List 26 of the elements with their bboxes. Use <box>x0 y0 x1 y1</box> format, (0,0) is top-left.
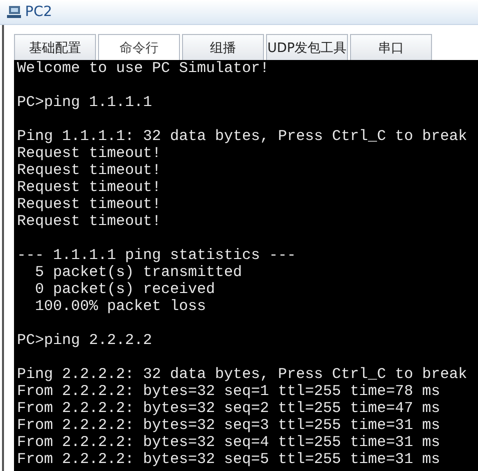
terminal-line: Request timeout! <box>17 196 162 213</box>
terminal-line: 0 packet(s) received <box>34 281 216 298</box>
terminal-line: Ping 2.2.2.2: 32 data bytes, Press Ctrl_C to break <box>17 366 468 383</box>
tab[interactable]: 基础配置 <box>14 34 96 60</box>
tab[interactable]: 命令行 <box>98 34 180 60</box>
terminal-line: From 2.2.2.2: bytes=32 seq=3 ttl=255 time=31 ms <box>17 417 440 434</box>
tab[interactable]: UDP发包工具 <box>266 34 348 60</box>
terminal-line: From 2.2.2.2: bytes=32 seq=1 ttl=255 time=78 ms <box>17 383 440 400</box>
terminal-line: --- 1.1.1.1 ping statistics --- <box>17 247 296 264</box>
terminal-line: Request timeout! <box>17 213 162 230</box>
terminal-line: Ping 1.1.1.1: 32 data bytes, Press Ctrl_C to break <box>17 128 468 145</box>
terminal-line: PC>ping 2.2.2.2 <box>17 332 152 349</box>
terminal-line: PC>ping 1.1.1.1 <box>17 94 152 111</box>
tab[interactable]: 组播 <box>182 34 264 60</box>
terminal-line: From 2.2.2.2: bytes=32 seq=5 ttl=255 time=31 ms <box>17 451 440 468</box>
window-title: PC2 <box>25 4 52 20</box>
tab[interactable]: 串口 <box>350 34 432 60</box>
terminal-line: Request timeout! <box>17 179 162 196</box>
terminal-line: From 2.2.2.2: bytes=32 seq=2 ttl=255 time=47 ms <box>17 400 440 417</box>
terminal-line: 5 packet(s) transmitted <box>34 264 242 281</box>
terminal-line: From 2.2.2.2: bytes=32 seq=4 ttl=255 time=31 ms <box>17 434 440 451</box>
terminal-line: Request timeout! <box>17 162 162 179</box>
pc-icon <box>6 4 22 20</box>
terminal-line: Welcome to use PC Simulator! <box>17 60 270 77</box>
terminal-line: Request timeout! <box>17 145 162 162</box>
terminal-line: 100.00% packet loss <box>34 298 206 315</box>
